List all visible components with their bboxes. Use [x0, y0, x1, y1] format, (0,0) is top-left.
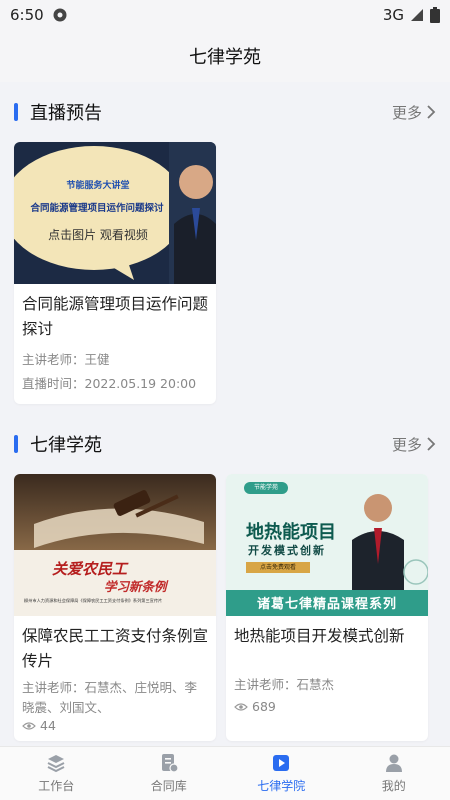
course-thumbnail[interactable]: 节能学苑 地热能项目 开发模式创新 点击免费观看 诸葛七律精品课程系列: [226, 474, 428, 616]
course-title: 地热能项目开发模式创新: [234, 627, 405, 645]
network-label: 3G: [382, 6, 404, 24]
layers-icon: [47, 755, 65, 773]
chevron-right-icon: [427, 437, 436, 451]
academy-section-header: 七律学苑 更多: [0, 414, 450, 474]
tab-workbench[interactable]: 工作台: [0, 747, 113, 800]
live-section-header: 直播预告 更多: [0, 82, 450, 142]
banner-top-text: 节能服务大讲堂: [66, 181, 130, 191]
live-more-link[interactable]: 更多: [392, 102, 436, 123]
tab-label: 工作台: [38, 779, 75, 793]
more-label: 更多: [391, 103, 422, 122]
course-views: 44: [14, 718, 216, 741]
course-card[interactable]: 节能学苑 地热能项目 开发模式创新 点击免费观看 诸葛七律精品课程系列 地热能项…: [226, 474, 428, 741]
live-card[interactable]: 节能服务大讲堂 合同能源管理项目运作问题探讨 点击图片 观看视频 合同能源管理项…: [14, 142, 216, 404]
banner-main-text: 地热能项目: [246, 522, 336, 543]
page-title: 七律学苑: [189, 47, 261, 68]
tab-label: 我的: [381, 779, 406, 793]
document-icon: [161, 754, 179, 773]
section-accent-bar: [14, 435, 18, 453]
live-card-thumbnail[interactable]: 节能服务大讲堂 合同能源管理项目运作问题探讨 点击图片 观看视频: [14, 142, 216, 284]
status-time: 6:50: [10, 6, 44, 24]
banner-sub-text: 开发模式创新: [248, 544, 326, 557]
tab-label: 七律学院: [257, 779, 306, 793]
academy-more-link[interactable]: 更多: [392, 434, 436, 455]
course-views: 689: [226, 699, 428, 722]
app-bar: 七律学苑: [0, 30, 450, 82]
eye-icon: [234, 702, 248, 711]
banner-badge: 节能学苑: [253, 484, 278, 491]
live-section-title: 直播预告: [30, 103, 102, 124]
tab-academy[interactable]: 七律学院: [225, 747, 338, 800]
banner-cta-text: 点击图片 观看视频: [48, 228, 148, 242]
tab-profile[interactable]: 我的: [338, 747, 450, 800]
live-card-title: 合同能源管理项目运作问题探讨: [22, 295, 209, 338]
more-label: 更多: [391, 435, 422, 454]
live-card-teacher: 主讲老师：王健: [22, 352, 110, 367]
bottom-tab-bar: 工作台 合同库 七律学院 我的: [0, 746, 450, 800]
course-teacher: 主讲老师：石慧杰: [234, 677, 335, 692]
banner-sub-text: 学习新条例: [104, 579, 167, 594]
section-accent-bar: [14, 103, 18, 121]
course-card[interactable]: 关爱农民工 学习新条例 柳州市人力资源和社会保障局《保障农民工工资支付条例》系列…: [14, 474, 216, 741]
main-content: 直播预告 更多 节能服务大讲堂 合同能源管理项目运作问题探讨 点击图片 观看视频…: [0, 82, 450, 746]
person-icon: [385, 754, 402, 772]
eye-icon: [22, 721, 36, 730]
views-count: 44: [40, 718, 56, 733]
tab-contracts[interactable]: 合同库: [113, 747, 226, 800]
tab-label: 合同库: [150, 779, 187, 793]
banner-cta-text: 点击免费观看: [259, 564, 296, 571]
status-bar: 6:50 3G: [0, 0, 450, 30]
academy-section-title: 七律学苑: [30, 435, 102, 456]
banner-caption-text: 柳州市人力资源和社会保障局《保障农民工工资支付条例》系列第三宣传片: [24, 598, 163, 603]
views-count: 689: [252, 699, 276, 714]
play-icon: [273, 755, 290, 771]
course-teacher: 主讲老师：石慧杰、庄悦明、李晓震、刘国文、: [22, 680, 198, 715]
chevron-right-icon: [427, 105, 436, 119]
banner-footer-text: 诸葛七律精品课程系列: [256, 597, 397, 612]
notification-icon: [53, 8, 67, 22]
signal-icon: [411, 9, 423, 21]
banner-main-text: 合同能源管理项目运作问题探讨: [30, 203, 164, 214]
course-title: 保障农民工工资支付条例宣传片: [22, 627, 209, 670]
live-card-time: 直播时间：2022.05.19 20:00: [22, 376, 197, 391]
course-thumbnail[interactable]: 关爱农民工 学习新条例 柳州市人力资源和社会保障局《保障农民工工资支付条例》系列…: [14, 474, 216, 616]
battery-icon: [430, 7, 440, 23]
